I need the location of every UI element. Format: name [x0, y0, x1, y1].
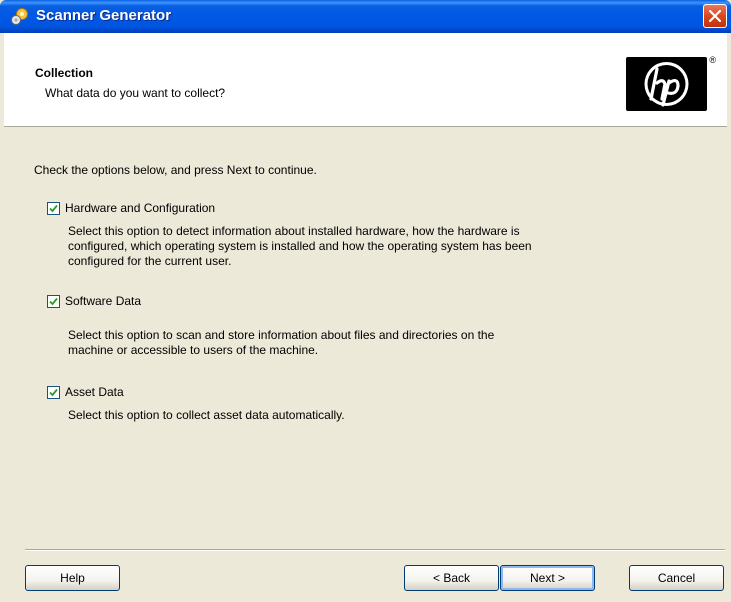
software-description: Select this option to scan and store inf…	[68, 328, 495, 357]
hardware-description: Select this option to detect information…	[68, 224, 532, 268]
close-button[interactable]	[703, 4, 727, 28]
wizard-header: Collection What data do you want to coll…	[4, 33, 727, 127]
checkmark-icon	[49, 204, 58, 212]
checkmark-icon	[49, 388, 58, 396]
title-bar[interactable]: Scanner Generator	[0, 0, 731, 33]
close-icon	[709, 10, 721, 22]
asset-label[interactable]: Asset Data	[65, 385, 124, 399]
back-button[interactable]: < Back	[404, 565, 499, 591]
hp-logo	[626, 57, 707, 111]
option-software[interactable]: Software Data	[47, 294, 141, 308]
option-asset[interactable]: Asset Data	[47, 385, 124, 399]
asset-description: Select this option to collect asset data…	[68, 408, 345, 422]
software-label[interactable]: Software Data	[65, 294, 141, 308]
window-title: Scanner Generator	[36, 7, 172, 24]
help-button[interactable]: Help	[25, 565, 120, 591]
cancel-button[interactable]: Cancel	[629, 565, 724, 591]
registered-mark: ®	[709, 55, 716, 65]
wizard-content: Check the options below, and press Next …	[4, 128, 727, 548]
software-checkbox[interactable]	[47, 294, 60, 308]
page-title: Collection	[35, 66, 94, 80]
page-subtitle: What data do you want to collect?	[45, 86, 226, 100]
option-hardware[interactable]: Hardware and Configuration	[47, 201, 215, 215]
next-button[interactable]: Next >	[500, 565, 595, 591]
hardware-checkbox[interactable]	[47, 201, 60, 215]
hardware-label[interactable]: Hardware and Configuration	[65, 201, 215, 215]
asset-checkbox[interactable]	[47, 385, 60, 399]
scanner-generator-window: Scanner Generator Collection What data d…	[0, 0, 731, 602]
scanner-app-icon	[10, 7, 29, 26]
instructions-text: Check the options below, and press Next …	[34, 163, 317, 177]
checkmark-icon	[49, 297, 58, 305]
button-separator	[25, 549, 725, 551]
